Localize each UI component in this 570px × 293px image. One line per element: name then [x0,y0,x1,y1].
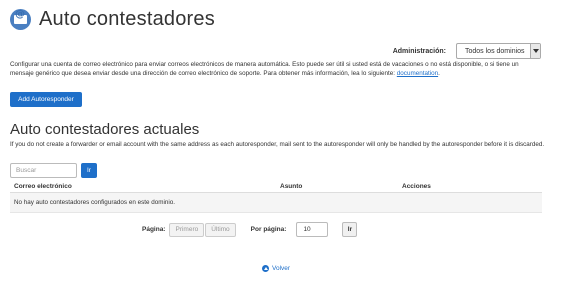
domain-select-value: Todos los dominios [465,47,525,55]
per-page-go-button[interactable]: Ir [342,222,358,237]
page-title: Auto contestadores [39,7,215,30]
page-label: Página: [142,226,166,233]
email-autoresponder-icon: @ [10,8,31,30]
description-end: . [438,69,440,77]
back-link[interactable]: Volver [262,265,290,272]
search-input[interactable] [10,163,77,178]
documentation-link[interactable]: documentation [397,70,438,77]
column-header-subject[interactable]: Asunto [280,183,402,190]
search-go-button[interactable]: Ir [81,163,97,178]
arrow-up-icon [262,265,269,272]
admin-label: Administración: [392,47,446,55]
section-title: Auto contestadores actuales [10,121,200,138]
table-empty-row: No hay auto contestadores configurados e… [10,193,542,213]
search-bar: Ir [10,163,97,178]
autoresponders-table: Correo electrónico Asunto Acciones No ha… [10,181,542,213]
per-page-label: Por página: [250,226,287,233]
section-note: If you do not create a forwarder or emai… [10,141,545,148]
per-page-input[interactable]: 10 [296,222,329,237]
page-header: @ Auto contestadores [10,6,215,32]
back-link-label: Volver [272,265,291,272]
domain-filter: Administración: Todos los dominios [393,43,541,59]
last-page-button[interactable]: Último [205,222,236,237]
domain-select[interactable]: Todos los dominios [456,43,541,59]
add-autoresponder-button[interactable]: Add Autoresponder [10,92,82,107]
pagination: Página: Primero Último Por página: 10 Ir [142,222,358,237]
table-header: Correo electrónico Asunto Acciones [10,181,542,193]
page-description: Configurar una cuenta de correo electrón… [10,61,540,78]
column-header-email[interactable]: Correo electrónico [10,183,280,190]
description-text: Configurar una cuenta de correo electrón… [10,61,519,77]
chevron-down-icon [530,44,540,58]
column-header-actions: Acciones [402,183,431,190]
first-page-button[interactable]: Primero [169,222,205,237]
